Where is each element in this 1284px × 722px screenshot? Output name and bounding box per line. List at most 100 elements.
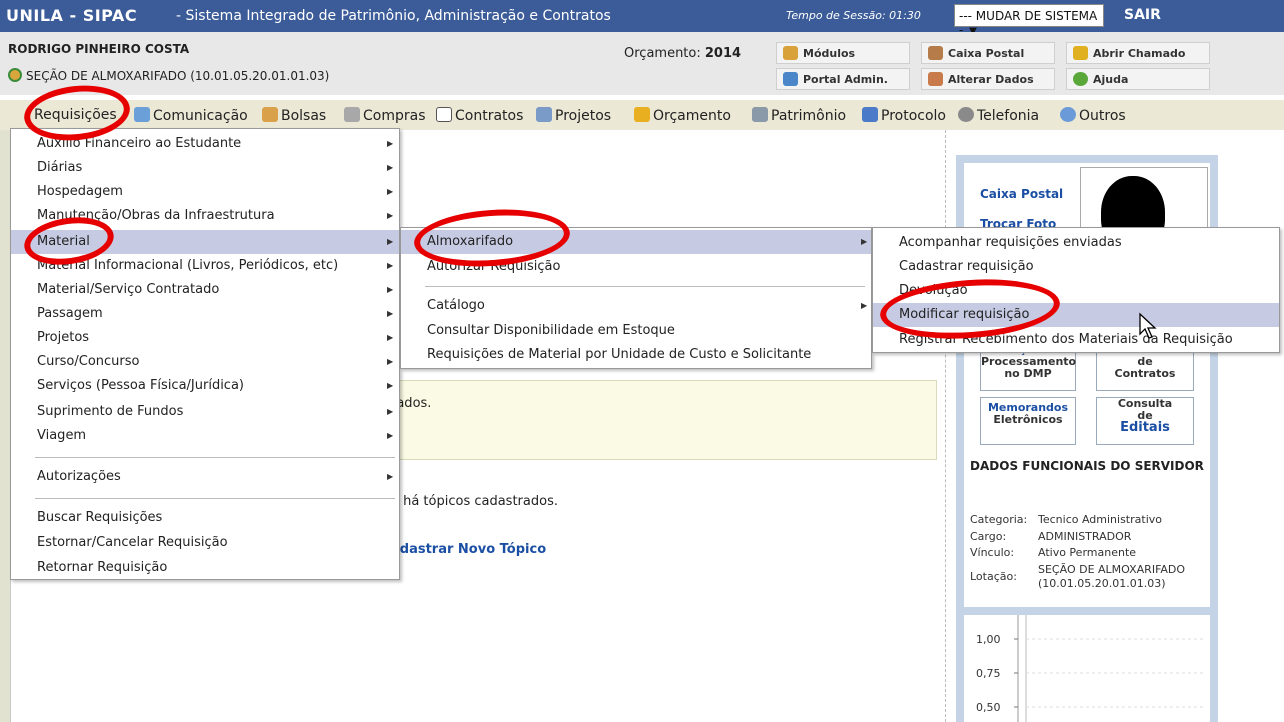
menu-telefonia[interactable]: Telefonia xyxy=(958,107,1039,124)
menu-item-estornar[interactable]: Estornar/Cancelar Requisição xyxy=(11,532,399,554)
menu-item-material[interactable]: Material ▶ xyxy=(11,230,399,254)
menu-item-acompanhar[interactable]: Acompanhar requisições enviadas xyxy=(873,232,1279,254)
menu-contratos[interactable]: Contratos xyxy=(436,107,523,124)
menu-item-devolucao[interactable]: Devolução xyxy=(873,280,1279,302)
menu-item-label: Projetos xyxy=(37,330,90,345)
system-select[interactable]: --- MUDAR DE SISTEMA - ▼ xyxy=(954,4,1104,37)
menu-item-label: Material xyxy=(37,234,90,249)
mailbox-sidebar-link[interactable]: Caixa Postal xyxy=(980,187,1063,201)
menu-item-passagem[interactable]: Passagem ▶ xyxy=(11,303,399,325)
budget-year-value: 2014 xyxy=(704,46,742,61)
menu-item-catalogo[interactable]: Catálogo ▶ xyxy=(401,295,871,317)
portal-icon xyxy=(783,72,798,86)
menu-telefonia-label: Telefonia xyxy=(977,108,1040,124)
memos-tile[interactable]: Memorandos Eletrônicos xyxy=(980,397,1076,445)
menu-item-manutencao[interactable]: Manutenção/Obras da Infraestrutura ▶ xyxy=(11,205,399,227)
menu-orcamento[interactable]: Orçamento xyxy=(634,107,731,124)
menu-item-label: Devolução xyxy=(899,283,968,298)
menu-item-curso[interactable]: Curso/Concurso ▶ xyxy=(11,351,399,373)
cart-icon xyxy=(344,107,360,122)
open-ticket-link[interactable]: Abrir Chamado xyxy=(1066,42,1210,64)
menu-item-retornar[interactable]: Retornar Requisição xyxy=(11,557,399,579)
menu-outros-label: Outros xyxy=(1079,108,1126,124)
position-value: ADMINISTRADOR xyxy=(1038,530,1132,543)
menu-item-autorizar-requisicao[interactable]: Autorizar Requisição xyxy=(401,256,871,278)
menu-item-almoxarifado[interactable]: Almoxarifado ▶ xyxy=(401,230,871,254)
menu-protocolo[interactable]: Protocolo xyxy=(862,107,946,124)
location-value-line2: (10.01.05.20.01.01.03) xyxy=(1038,577,1166,590)
chevron-right-icon: ▶ xyxy=(387,357,394,366)
menu-item-cadastrar[interactable]: Cadastrar requisição xyxy=(873,256,1279,278)
menu-item-label: Estornar/Cancelar Requisição xyxy=(37,535,228,550)
category-label: Categoria: xyxy=(970,513,1028,526)
menu-item-material-servico[interactable]: Material/Serviço Contratado ▶ xyxy=(11,279,399,301)
menu-separator xyxy=(35,457,395,458)
menu-item-label: Auxílio Financeiro ao Estudante xyxy=(37,136,242,151)
column-divider xyxy=(945,130,946,722)
menu-item-autorizacoes[interactable]: Autorizações ▶ xyxy=(11,466,399,488)
chevron-right-icon: ▶ xyxy=(387,163,394,172)
chevron-right-icon: ▶ xyxy=(861,237,868,246)
chevron-right-icon: ▶ xyxy=(387,381,394,390)
menu-protocolo-label: Protocolo xyxy=(881,108,946,124)
menu-item-consultar-estoque[interactable]: Consultar Disponibilidade em Estoque xyxy=(401,320,871,342)
menu-item-hospedagem[interactable]: Hospedagem ▶ xyxy=(11,181,399,203)
coins-icon xyxy=(634,107,650,122)
menu-item-buscar[interactable]: Buscar Requisições xyxy=(11,507,399,529)
menu-item-label: Passagem xyxy=(37,306,103,321)
employee-data-title: DADOS FUNCIONAIS DO SERVIDOR xyxy=(970,459,1204,473)
admin-portal-link[interactable]: Portal Admin. xyxy=(776,68,910,90)
help-link[interactable]: Ajuda xyxy=(1066,68,1210,90)
menu-item-label: Cadastrar requisição xyxy=(899,259,1034,274)
chevron-right-icon: ▶ xyxy=(387,139,394,148)
change-unit-icon[interactable] xyxy=(8,68,22,82)
material-menu: Almoxarifado ▶ Autorizar Requisição Catál… xyxy=(400,227,872,369)
bond-label: Vínculo: xyxy=(970,546,1015,559)
edit-data-label: Alterar Dados xyxy=(948,73,1034,86)
chart-svg: 1,00 0,75 0,50 xyxy=(976,608,1204,722)
chevron-right-icon: ▶ xyxy=(861,301,868,310)
menu-item-label: Autorizar Requisição xyxy=(427,259,561,274)
menu-bolsas[interactable]: Bolsas xyxy=(262,107,326,124)
modules-link[interactable]: Módulos xyxy=(776,42,910,64)
menu-item-suprimento[interactable]: Suprimento de Fundos ▶ xyxy=(11,401,399,423)
position-label: Cargo: xyxy=(970,530,1007,543)
menu-item-requisicoes-unidade[interactable]: Requisições de Material por Unidade de C… xyxy=(401,344,871,366)
menu-outros[interactable]: Outros xyxy=(1060,107,1126,124)
session-timer: Tempo de Sessão: 01:30 xyxy=(786,9,921,22)
mailbox-link[interactable]: Caixa Postal xyxy=(921,42,1055,64)
menu-item-modificar[interactable]: Modificar requisição xyxy=(873,303,1279,327)
menu-contratos-label: Contratos xyxy=(455,108,524,124)
menu-item-auxilio[interactable]: Auxílio Financeiro ao Estudante ▶ xyxy=(11,133,399,155)
chart-tick-label: 0,50 xyxy=(976,701,1001,714)
bids-search-tile[interactable]: Consulta de Editais xyxy=(1096,397,1194,445)
editais-tile-line3: Editais xyxy=(1120,420,1170,435)
mailbox-icon xyxy=(928,46,943,60)
new-topic-link[interactable]: adastrar Novo Tópico xyxy=(391,542,546,557)
menu-requisicoes[interactable]: Requisições xyxy=(34,107,117,123)
menu-comunicacao-label: Comunicação xyxy=(153,108,248,124)
document-icon xyxy=(436,107,452,122)
menu-item-label: Viagem xyxy=(37,428,87,443)
menu-item-registrar-recebimento[interactable]: Registrar Recebimento dos Materiais da R… xyxy=(873,329,1279,351)
edit-data-link[interactable]: Alterar Dados xyxy=(921,68,1055,90)
menu-item-projetos[interactable]: Projetos ▶ xyxy=(11,327,399,349)
ticket-icon xyxy=(1073,46,1088,60)
requisicoes-menu: Auxílio Financeiro ao Estudante ▶ Diárias… xyxy=(10,128,400,580)
menu-item-diarias[interactable]: Diárias ▶ xyxy=(11,157,399,179)
menu-compras[interactable]: Compras xyxy=(344,107,426,124)
chevron-right-icon: ▶ xyxy=(387,261,394,270)
menu-item-viagem[interactable]: Viagem ▶ xyxy=(11,425,399,447)
menu-projetos[interactable]: Projetos xyxy=(536,107,611,124)
menu-item-label: Diárias xyxy=(37,160,83,175)
menu-patrimonio-label: Patrimônio xyxy=(771,108,847,124)
menu-comunicacao[interactable]: Comunicação xyxy=(134,107,248,124)
budget-year: Orçamento: 2014 xyxy=(624,46,741,61)
menu-item-servicos[interactable]: Serviços (Pessoa Física/Jurídica) ▶ xyxy=(11,375,399,397)
modules-icon xyxy=(783,46,798,60)
logout-button[interactable]: SAIR xyxy=(1124,7,1161,23)
menu-patrimonio[interactable]: Patrimônio xyxy=(752,107,846,124)
left-strip xyxy=(0,130,10,722)
open-ticket-label: Abrir Chamado xyxy=(1093,47,1186,60)
menu-item-material-informacional[interactable]: Material Informacional (Livros, Periódic… xyxy=(11,255,399,277)
